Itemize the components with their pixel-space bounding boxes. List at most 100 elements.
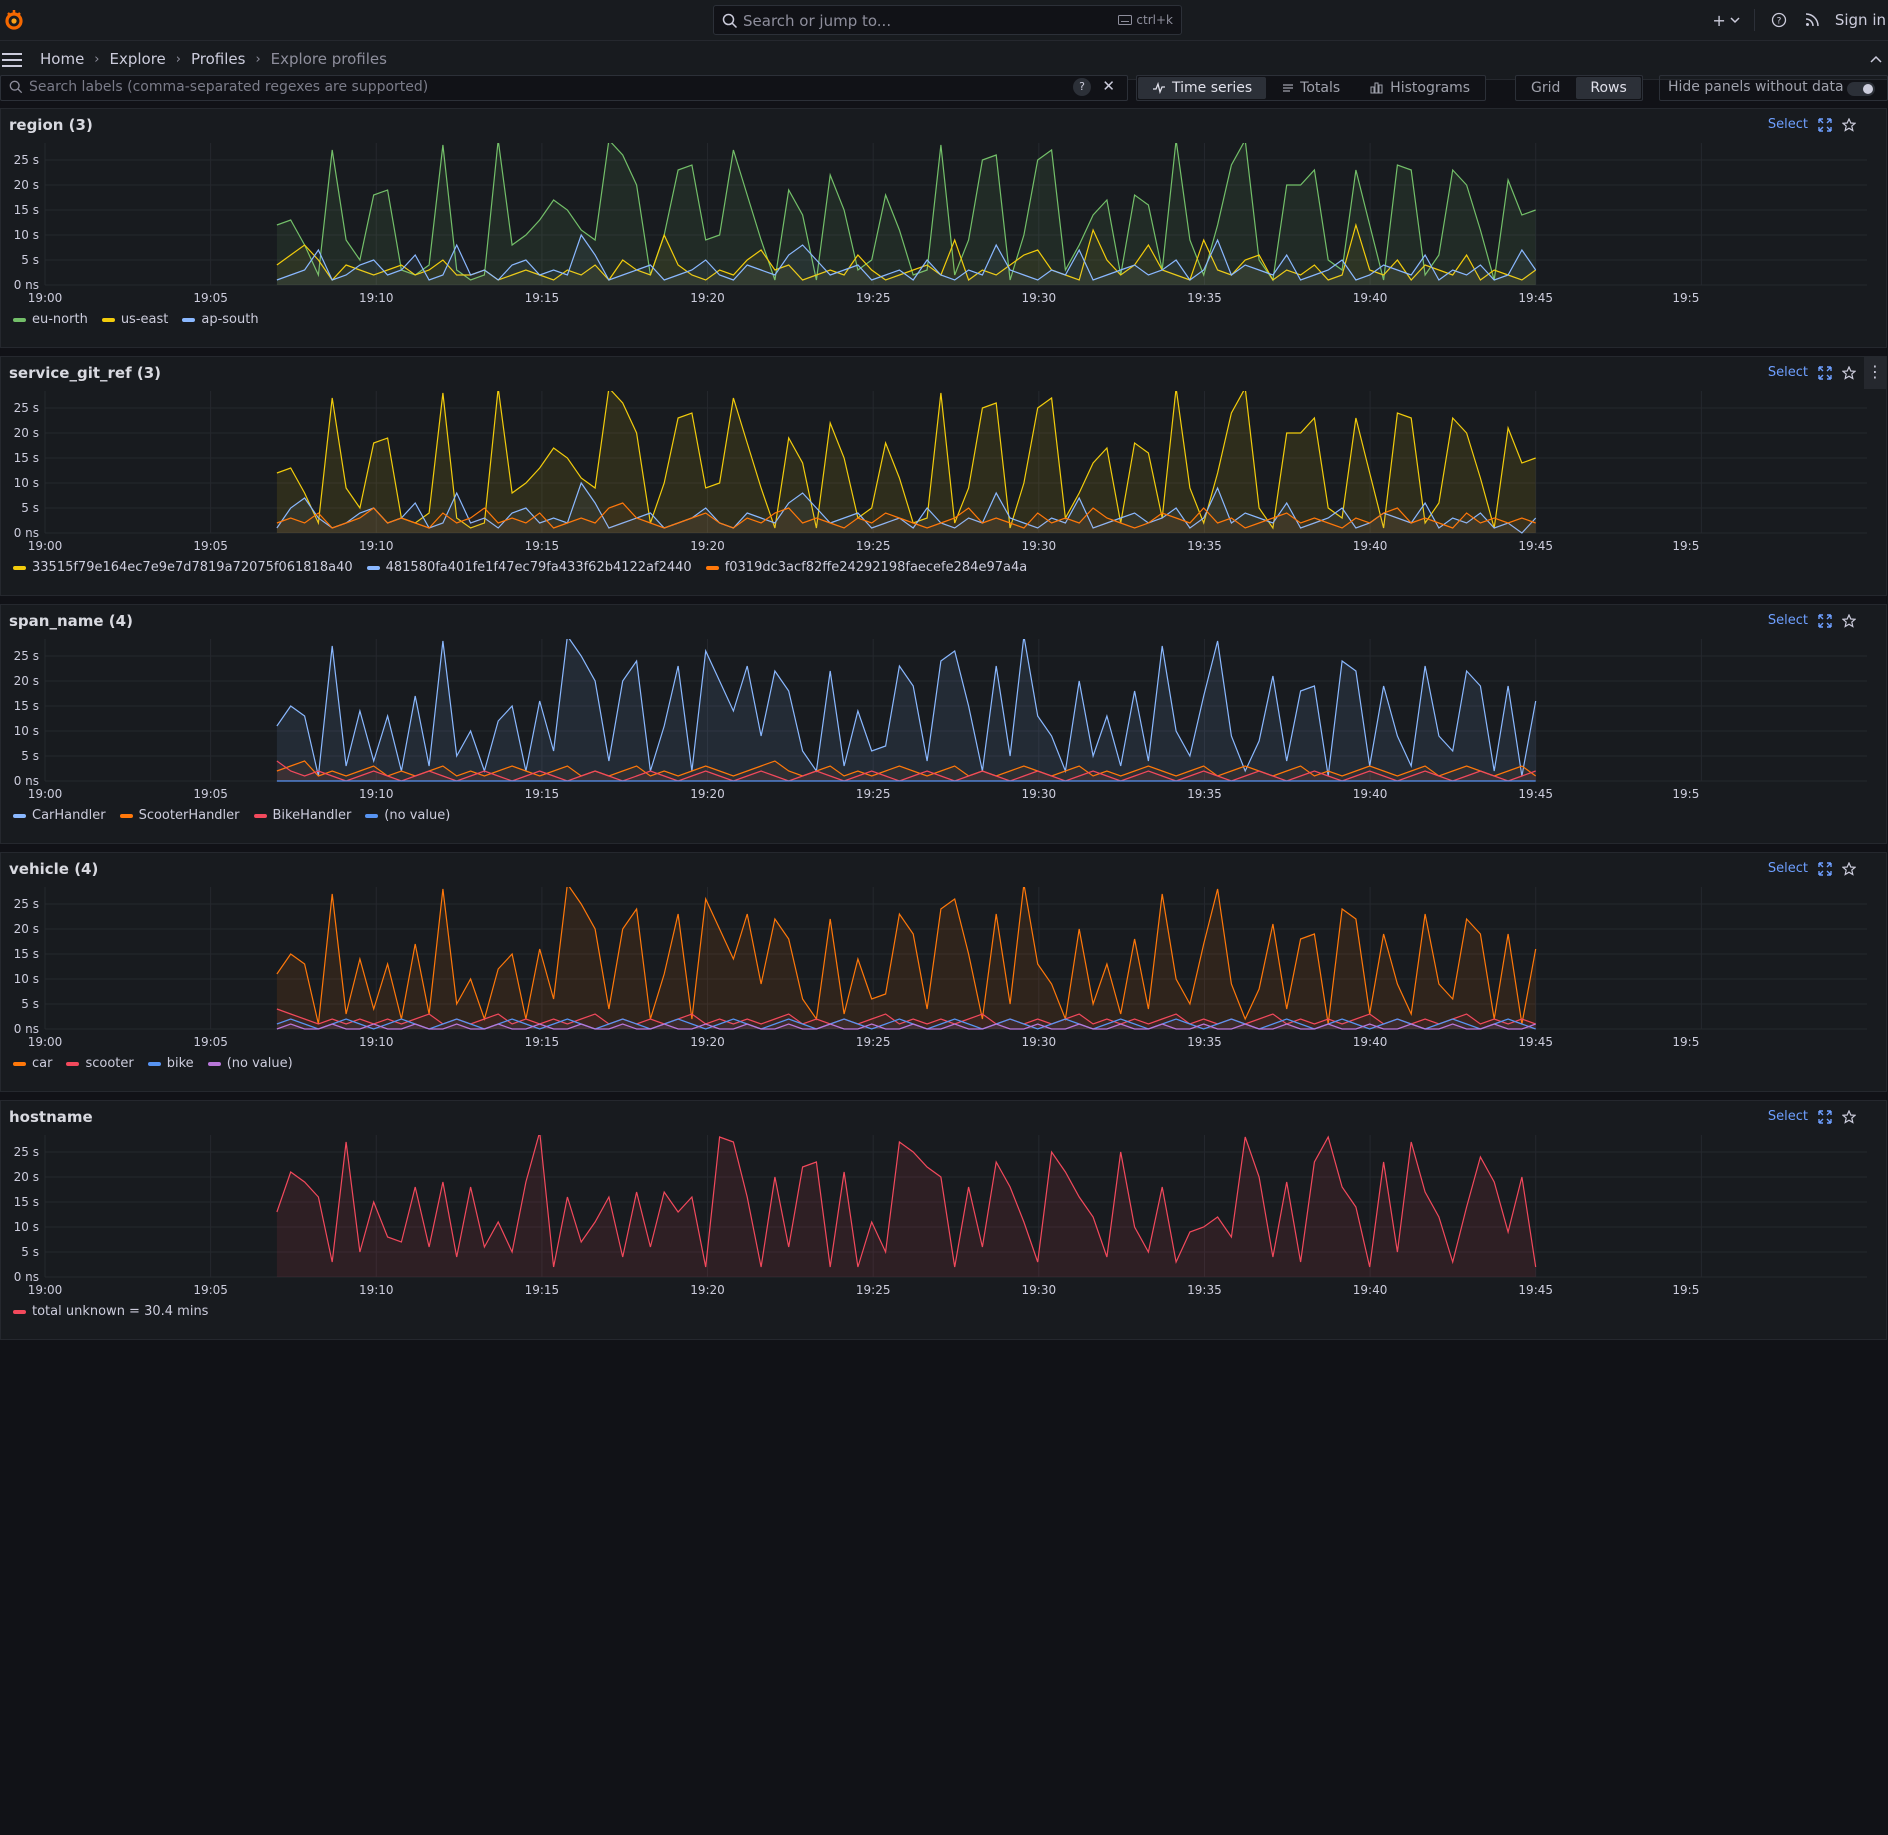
select-button[interactable]: Select	[1768, 365, 1808, 380]
legend-label: f0319dc3acf82ffe24292198faecefe284e97a4a	[724, 560, 1028, 575]
y-tick-label: 25 s	[14, 649, 39, 663]
legend-item[interactable]: car	[13, 1056, 52, 1071]
menu-toggle-icon[interactable]	[2, 53, 22, 71]
top-actions: + ? Sign in	[1712, 0, 1888, 40]
x-tick-label: 19:00	[28, 1283, 63, 1297]
time-series-chart[interactable]: 0 ns5 s10 s15 s20 s25 s30 s19:0019:0519:…	[1, 887, 1888, 1062]
legend-item[interactable]: eu-north	[13, 312, 88, 327]
x-tick-label: 19:45	[1518, 539, 1553, 553]
grafana-logo-icon[interactable]	[2, 8, 26, 32]
legend-item[interactable]: ScooterHandler	[119, 808, 240, 823]
legend-item[interactable]: 481580fa401fe1f47ec79fa433f62b4122af2440	[366, 560, 692, 575]
help-icon[interactable]: ?	[1771, 12, 1787, 28]
legend-swatch	[66, 1061, 80, 1066]
expand-icon[interactable]	[1818, 861, 1832, 876]
breadcrumb-profiles[interactable]: Profiles	[191, 50, 245, 68]
label-search-input[interactable]: Search labels (comma-separated regexes a…	[0, 75, 1128, 101]
star-icon[interactable]	[1842, 861, 1856, 876]
hide-panels-label: Hide panels without data	[1668, 79, 1844, 95]
view-time-series-button[interactable]: Time series	[1138, 77, 1267, 99]
x-tick-label: 19:5	[1672, 539, 1699, 553]
legend-item[interactable]: ap-south	[182, 312, 259, 327]
controls-row: Search labels (comma-separated regexes a…	[0, 75, 1888, 101]
x-tick-label: 19:10	[359, 539, 394, 553]
histogram-icon	[1370, 82, 1383, 94]
select-button[interactable]: Select	[1768, 1109, 1808, 1124]
sign-in-link[interactable]: Sign in	[1835, 11, 1886, 29]
expand-icon[interactable]	[1818, 613, 1832, 628]
clear-icon[interactable]: ✕	[1102, 77, 1115, 95]
x-tick-label: 19:40	[1353, 1283, 1388, 1297]
panel-actions: Select	[1768, 613, 1856, 628]
legend-label: (no value)	[226, 1056, 293, 1071]
star-icon[interactable]	[1842, 613, 1856, 628]
help-icon[interactable]: ?	[1073, 78, 1091, 96]
expand-icon[interactable]	[1818, 365, 1832, 380]
panel-4: hostnameSelect0 ns5 s10 s15 s20 s25 s30 …	[0, 1100, 1887, 1340]
legend-item[interactable]: (no value)	[365, 808, 450, 823]
y-tick-label: 0 ns	[14, 774, 39, 788]
series-area	[276, 639, 1536, 781]
panel-0: region (3)Select0 ns5 s10 s15 s20 s25 s3…	[0, 108, 1887, 348]
toggle-switch[interactable]	[1847, 82, 1875, 96]
y-tick-label: 15 s	[14, 699, 39, 713]
legend-item[interactable]: 33515f79e164ec7e9e7d7819a72075f061818a40	[13, 560, 353, 575]
keyboard-shortcut: ctrl+k	[1118, 13, 1173, 27]
select-button[interactable]: Select	[1768, 861, 1808, 876]
global-search-input[interactable]: Search or jump to... ctrl+k	[713, 5, 1182, 35]
legend-label: (no value)	[384, 808, 451, 823]
x-tick-label: 19:15	[525, 1283, 560, 1297]
series-area	[276, 1135, 1536, 1277]
time-series-chart[interactable]: 0 ns5 s10 s15 s20 s25 s30 s19:0019:0519:…	[1, 1135, 1888, 1310]
add-new-button[interactable]: +	[1712, 11, 1725, 30]
panel-2: span_name (4) Select 0 ns 5 s 10 s 15 s 20 s 25…	[0, 604, 1887, 844]
news-feed-icon[interactable]	[1805, 13, 1819, 27]
time-series-chart[interactable]: 0 ns5 s10 s15 s20 s25 s30 s19:0019:0519:…	[1, 639, 1888, 814]
search-placeholder: Search or jump to...	[743, 12, 892, 30]
time-series-chart[interactable]: 0 ns5 s10 s15 s20 s25 s30 s19:0019:0519:…	[1, 143, 1888, 318]
star-icon[interactable]	[1842, 1109, 1856, 1124]
legend-item[interactable]: bike	[147, 1056, 194, 1071]
legend-item[interactable]: (no value)	[207, 1056, 293, 1071]
y-tick-label: 5 s	[21, 749, 39, 763]
expand-icon[interactable]	[1818, 117, 1832, 132]
star-icon[interactable]	[1842, 365, 1856, 380]
x-tick-label: 19:10	[359, 787, 394, 801]
legend-label: CarHandler	[32, 808, 106, 823]
legend-swatch	[101, 317, 115, 322]
x-tick-label: 19:35	[1187, 1035, 1222, 1049]
y-tick-label: 10 s	[14, 724, 39, 738]
chevron-right-icon: ›	[255, 51, 261, 67]
x-tick-label: 19:45	[1518, 291, 1553, 305]
x-tick-label: 19:40	[1353, 1035, 1388, 1049]
panel-title: vehicle (4)	[9, 860, 99, 878]
select-button[interactable]: Select	[1768, 117, 1808, 132]
legend-item[interactable]: CarHandler	[13, 808, 106, 823]
star-icon[interactable]	[1842, 117, 1856, 132]
legend-item[interactable]: f0319dc3acf82ffe24292198faecefe284e97a4a	[705, 560, 1028, 575]
chevron-up-icon[interactable]	[1870, 55, 1882, 63]
time-series-chart[interactable]: 0 ns5 s10 s15 s20 s25 s30 s19:0019:0519:…	[1, 391, 1888, 566]
select-button[interactable]: Select	[1768, 613, 1808, 628]
view-totals-button[interactable]: Totals	[1268, 77, 1354, 99]
layout-grid-button[interactable]: Grid	[1517, 77, 1574, 99]
expand-icon[interactable]	[1818, 1109, 1832, 1124]
legend-item[interactable]: scooter	[66, 1056, 134, 1071]
chevron-down-icon[interactable]	[1730, 16, 1740, 24]
panel-1: service_git_ref (3) Select ⋮ 0 ns 5 s 10 s 15 …	[0, 356, 1887, 596]
x-tick-label: 19:15	[525, 1035, 560, 1049]
legend-item[interactable]: us-east	[101, 312, 168, 327]
x-tick-label: 19:45	[1518, 1035, 1553, 1049]
layout-rows-button[interactable]: Rows	[1576, 77, 1641, 99]
view-histograms-button[interactable]: Histograms	[1356, 77, 1484, 99]
y-tick-label: 25 s	[14, 1145, 39, 1159]
hide-panels-toggle[interactable]: Hide panels without data	[1659, 75, 1888, 101]
y-tick-label: 15 s	[14, 1195, 39, 1209]
breadcrumb-home[interactable]: Home	[40, 50, 84, 68]
panel-menu-icon[interactable]: ⋮	[1864, 357, 1886, 389]
y-tick-label: 10 s	[14, 1220, 39, 1234]
breadcrumb-explore[interactable]: Explore	[110, 50, 166, 68]
legend-item[interactable]: total unknown = 30.4 mins	[13, 1304, 208, 1319]
legend-item[interactable]: BikeHandler	[253, 808, 351, 823]
x-tick-label: 19:25	[856, 1283, 891, 1297]
